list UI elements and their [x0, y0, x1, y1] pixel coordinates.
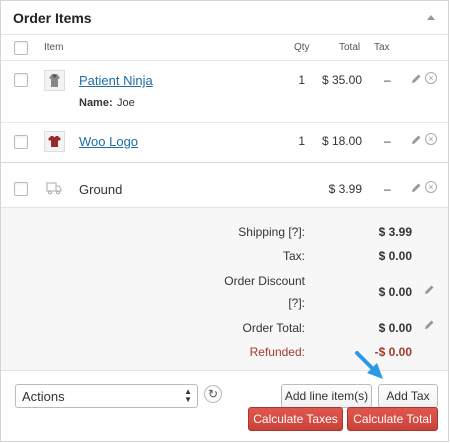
collapse-arrow-icon[interactable]: [427, 15, 435, 20]
column-header-total: Total: [339, 42, 361, 53]
edit-total-icon[interactable]: [423, 319, 435, 331]
delete-icon[interactable]: ×: [425, 133, 437, 145]
tshirt-icon: [44, 131, 65, 152]
shipping-total: $ 3.99: [328, 182, 362, 196]
edit-pencil-icon[interactable]: [410, 134, 422, 146]
pointer-arrow-icon: [355, 351, 383, 379]
item-link[interactable]: Patient Ninja: [79, 73, 153, 88]
shipping-tax: –: [384, 182, 391, 196]
select-arrows-icon: ▲ ▼: [184, 387, 192, 404]
header-divider: [1, 60, 448, 61]
discount-label: Order Discount: [224, 274, 305, 288]
shipping-label: Shipping [?]:: [238, 225, 305, 239]
tax-value: $ 0.00: [378, 249, 412, 263]
delete-icon[interactable]: ×: [425, 181, 437, 193]
truck-icon: [46, 181, 62, 198]
edit-pencil-icon[interactable]: [410, 182, 422, 194]
add-line-items-button[interactable]: Add line item(s): [281, 384, 372, 408]
edit-discount-icon[interactable]: [423, 284, 435, 296]
row-checkbox[interactable]: [14, 135, 28, 149]
order-items-panel: Order Items Item Qty Total Tax Patient N…: [0, 0, 449, 442]
actions-select[interactable]: Actions ▲ ▼: [15, 384, 198, 408]
column-header-item: Item: [44, 42, 64, 53]
row-divider: [1, 162, 448, 163]
calculate-total-button[interactable]: Calculate Total: [347, 407, 438, 431]
add-tax-button[interactable]: Add Tax: [378, 384, 438, 408]
edit-pencil-icon[interactable]: [410, 73, 422, 85]
order-total-value: $ 0.00: [378, 321, 412, 335]
column-header-tax: Tax: [374, 42, 390, 53]
column-header-qty: Qty: [294, 42, 310, 53]
tax-label: Tax:: [282, 249, 305, 263]
item-tax: –: [384, 73, 391, 87]
discount-label-help: [?]:: [288, 296, 305, 310]
shipping-value: $ 3.99: [378, 225, 412, 239]
order-total-label: Order Total:: [242, 321, 305, 335]
item-total: $ 18.00: [321, 134, 362, 148]
select-all-checkbox[interactable]: [14, 41, 28, 55]
order-totals: Shipping [?]: $ 3.99 Tax: $ 0.00 Order D…: [1, 207, 448, 371]
refunded-label: Refunded:: [249, 345, 305, 359]
discount-value: $ 0.00: [378, 285, 412, 299]
row-checkbox[interactable]: [14, 73, 28, 87]
delete-icon[interactable]: ×: [425, 72, 437, 84]
hoodie-icon: [44, 70, 65, 91]
shipping-method-name: Ground: [79, 182, 123, 197]
row-divider: [1, 122, 448, 123]
panel-header: Order Items: [1, 1, 448, 35]
meta-label: Name:: [79, 97, 113, 109]
panel-title: Order Items: [13, 10, 92, 26]
item-link[interactable]: Woo Logo: [79, 134, 138, 149]
item-tax: –: [384, 134, 391, 148]
meta-value: Joe: [117, 97, 135, 109]
refresh-icon[interactable]: ↻: [204, 385, 222, 403]
item-total: $ 35.00: [321, 73, 362, 87]
row-checkbox[interactable]: [14, 182, 28, 196]
calculate-taxes-button[interactable]: Calculate Taxes: [248, 407, 343, 431]
actions-select-value: Actions: [22, 389, 65, 404]
